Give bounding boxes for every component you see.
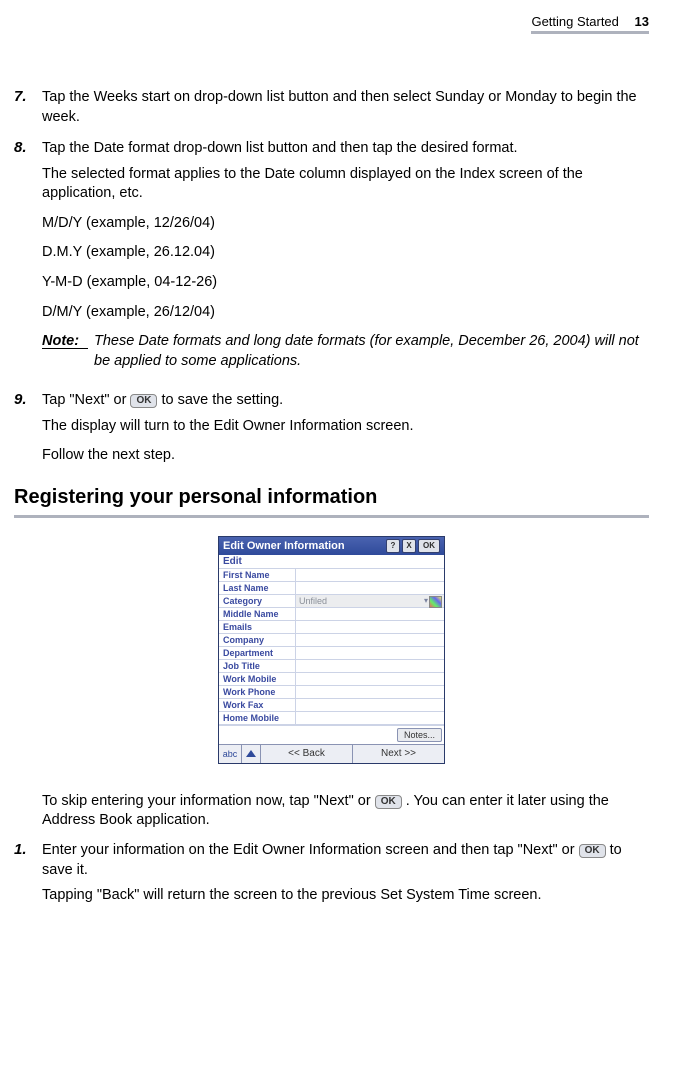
step-1-pre: Enter your information on the Edit Owner… (42, 842, 579, 858)
skip-pre: To skip entering your information now, t… (42, 793, 375, 809)
date-format-ymd: Y-M-D (example, 04-12-26) (42, 273, 649, 293)
ok-icon: OK (579, 844, 606, 858)
step-number: 1. (14, 841, 42, 912)
label-department: Department (219, 647, 295, 659)
label-job-title: Job Title (219, 660, 295, 672)
step-9-pre: Tap "Next" or (42, 392, 130, 408)
label-home-mobile: Home Mobile (219, 712, 295, 724)
note-text: These Date formats and long date formats… (94, 332, 649, 371)
label-company: Company (219, 634, 295, 646)
input-home-mobile[interactable] (295, 712, 444, 724)
input-work-phone[interactable] (295, 686, 444, 698)
label-first-name: First Name (219, 569, 295, 581)
step-number: 8. (14, 139, 42, 385)
page-header: Getting Started 13 (14, 14, 649, 29)
ok-icon: OK (375, 795, 402, 809)
step-7: 7. Tap the Weeks start on drop-down list… (14, 88, 649, 133)
label-work-phone: Work Phone (219, 686, 295, 698)
help-icon[interactable]: ? (386, 539, 400, 553)
category-dropdown[interactable]: Unfiled ▾ (295, 595, 444, 607)
title-bar-text: Edit Owner Information (223, 540, 386, 552)
input-work-fax[interactable] (295, 699, 444, 711)
date-format-mdy: M/D/Y (example, 12/26/04) (42, 214, 649, 234)
back-button[interactable]: << Back (261, 745, 353, 763)
edit-menu[interactable]: Edit (219, 555, 444, 569)
section-rule (14, 515, 649, 518)
chevron-down-icon: ▾ (424, 596, 428, 605)
skip-instruction: To skip entering your information now, t… (14, 792, 649, 831)
input-department[interactable] (295, 647, 444, 659)
footer-bar: abc << Back Next >> (219, 744, 444, 763)
abc-indicator[interactable]: abc (219, 745, 242, 763)
ok-icon: OK (130, 394, 157, 408)
input-work-mobile[interactable] (295, 673, 444, 685)
note-block: Note: These Date formats and long date f… (42, 332, 649, 371)
up-arrow-icon[interactable] (242, 745, 261, 763)
step-9-post: to save the setting. (162, 392, 284, 408)
note-label: Note: (42, 332, 88, 349)
edit-owner-screenshot: Edit Owner Information ? X OK Edit First… (218, 536, 445, 764)
step-9: 9. Tap "Next" or OK to save the setting.… (14, 391, 649, 472)
close-icon[interactable]: X (402, 539, 416, 553)
input-job-title[interactable] (295, 660, 444, 672)
input-first-name[interactable] (295, 569, 444, 581)
next-button[interactable]: Next >> (353, 745, 444, 763)
section-heading: Registering your personal information (14, 486, 649, 509)
label-last-name: Last Name (219, 582, 295, 594)
header-page-number: 13 (635, 14, 649, 29)
step-8-line1: Tap the Date format drop-down list butto… (42, 139, 649, 159)
step-number: 9. (14, 391, 42, 472)
category-selected: Unfiled (299, 596, 327, 606)
input-company[interactable] (295, 634, 444, 646)
input-emails[interactable] (295, 621, 444, 633)
date-format-dmy-dot: D.M.Y (example, 26.12.04) (42, 243, 649, 263)
step-1-line2: Tapping "Back" will return the screen to… (42, 886, 649, 906)
step-9-line2: The display will turn to the Edit Owner … (42, 417, 649, 437)
step-number: 7. (14, 88, 42, 133)
step-8-line2: The selected format applies to the Date … (42, 165, 649, 204)
notes-button[interactable]: Notes... (397, 728, 442, 742)
step-1-line1: Enter your information on the Edit Owner… (42, 841, 649, 880)
date-format-examples: M/D/Y (example, 12/26/04) D.M.Y (example… (42, 214, 649, 322)
title-bar: Edit Owner Information ? X OK (219, 537, 444, 555)
label-work-mobile: Work Mobile (219, 673, 295, 685)
header-rule (531, 31, 649, 34)
input-last-name[interactable] (295, 582, 444, 594)
step-1: 1. Enter your information on the Edit Ow… (14, 841, 649, 912)
step-9-line1: Tap "Next" or OK to save the setting. (42, 391, 649, 411)
header-section: Getting Started (531, 14, 618, 29)
step-8: 8. Tap the Date format drop-down list bu… (14, 139, 649, 385)
label-work-fax: Work Fax (219, 699, 295, 711)
step-7-text: Tap the Weeks start on drop-down list bu… (42, 88, 649, 127)
step-9-line3: Follow the next step. (42, 446, 649, 466)
input-middle-name[interactable] (295, 608, 444, 620)
color-palette-icon[interactable] (429, 596, 442, 608)
date-format-dmy-slash: D/M/Y (example, 26/12/04) (42, 303, 649, 323)
label-emails: Emails (219, 621, 295, 633)
label-category: Category (219, 595, 295, 607)
ok-button[interactable]: OK (418, 539, 440, 553)
label-middle-name: Middle Name (219, 608, 295, 620)
